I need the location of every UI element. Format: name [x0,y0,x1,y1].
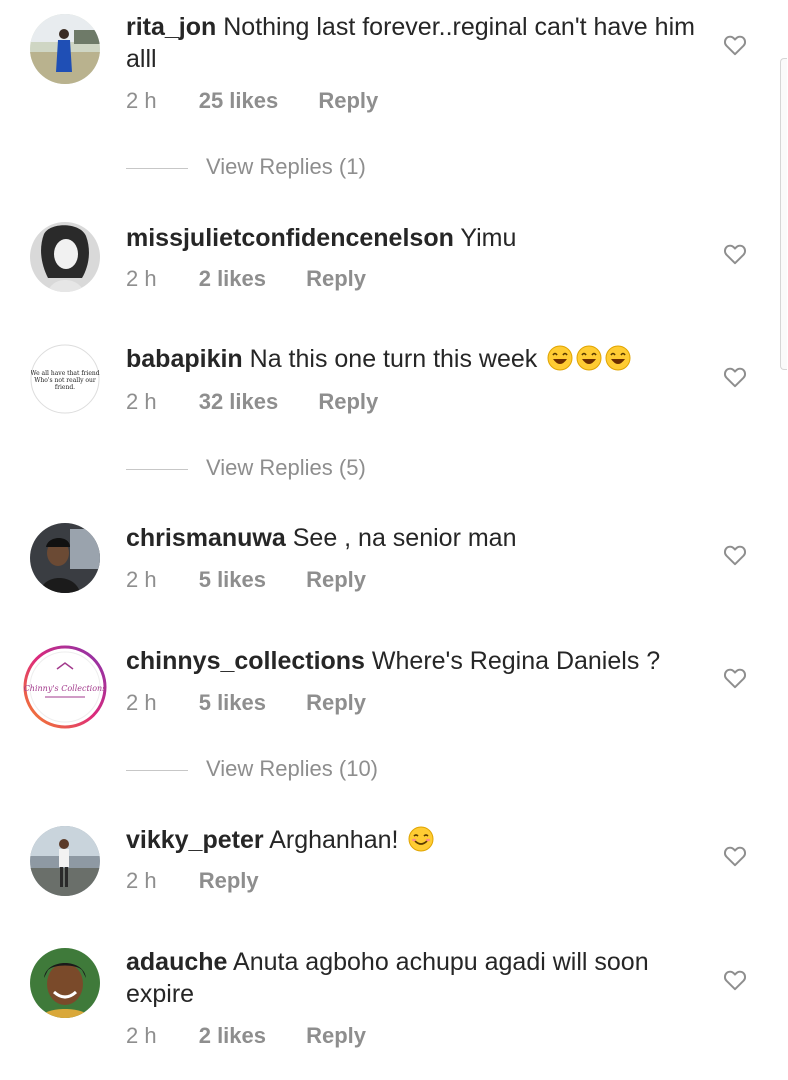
comment-time: 2 h [126,1023,157,1048]
view-replies-button[interactable]: View Replies (10) [126,754,378,784]
comment-body: Where's Regina Daniels ? [371,647,661,675]
heart-icon[interactable] [722,364,748,390]
reply-button[interactable]: Reply [318,86,378,116]
heart-icon[interactable] [722,32,748,58]
comments-page: rita_jon Nothing last forever..reginal c… [0,0,788,1080]
comment-body: Arghanhan! [269,826,399,854]
comment-time: 2 h [126,690,157,715]
comment-text: adauche Anuta agboho achupu agadi will s… [126,946,696,1010]
avatar[interactable] [30,523,100,593]
divider-line [126,167,188,169]
comment-time: 2 h [126,868,157,893]
comment-text: vikky_peter Arghanhan! [126,824,696,856]
likes-count[interactable]: 2 likes [199,1021,266,1051]
scrollbar[interactable] [780,58,787,370]
view-replies-button[interactable]: View Replies (1) [126,152,366,182]
comment-text: babapikin Na this one turn this week [126,343,696,375]
username[interactable]: vikky_peter [126,826,264,854]
username[interactable]: rita_jon [126,13,216,41]
avatar[interactable] [30,222,100,292]
avatar-quote-line-2: Who's not really our [34,377,96,384]
comment-text: chrismanuwa See , na senior man [126,522,696,554]
username[interactable]: adauche [126,948,227,976]
comment-body: See , na senior man [292,524,517,552]
avatar-quote-line-3: friend. [55,384,75,391]
avatar-quote-line-1: We all have that friend [30,370,99,377]
comment-time: 2 h [126,389,157,414]
comment-time: 2 h [126,567,157,592]
comment-text: rita_jon Nothing last forever..reginal c… [126,11,696,75]
username[interactable]: missjulietconfidencenelson [126,224,454,252]
laughing-emoji-icon [547,345,573,371]
likes-count[interactable]: 5 likes [199,565,266,595]
reply-button[interactable]: Reply [306,1021,366,1051]
view-replies-label: View Replies (10) [206,756,379,781]
heart-icon[interactable] [722,967,748,993]
avatar[interactable]: Chinny's Collections [23,645,107,729]
view-replies-label: View Replies (5) [206,455,366,480]
comment-meta: 2 h 2 likes Reply [126,264,400,294]
heart-icon[interactable] [722,843,748,869]
reply-button[interactable]: Reply [306,264,366,294]
username[interactable]: chrismanuwa [126,524,286,552]
divider-line [126,769,188,771]
comment-meta: 2 h Reply [126,866,293,896]
reply-button[interactable]: Reply [306,688,366,718]
comment-meta: 2 h 2 likes Reply [126,1021,400,1051]
comment-time: 2 h [126,266,157,291]
heart-icon[interactable] [722,665,748,691]
comment-meta: 2 h 25 likes Reply [126,86,412,116]
avatar[interactable]: We all have that friend Who's not really… [30,344,100,414]
reply-button[interactable]: Reply [199,866,259,896]
heart-icon[interactable] [722,241,748,267]
comment-meta: 2 h 5 likes Reply [126,565,400,595]
comment-text: chinnys_collections Where's Regina Danie… [126,645,696,677]
smiling-emoji-icon [408,826,434,852]
avatar[interactable] [30,826,100,896]
reply-button[interactable]: Reply [318,387,378,417]
comment-body: Na this one turn this week [249,345,538,373]
comment-time: 2 h [126,88,157,113]
username[interactable]: babapikin [126,345,243,373]
likes-count[interactable]: 32 likes [199,387,279,417]
view-replies-button[interactable]: View Replies (5) [126,453,366,483]
likes-count[interactable]: 5 likes [199,688,266,718]
heart-icon[interactable] [722,542,748,568]
likes-count[interactable]: 2 likes [199,264,266,294]
comment-text: missjulietconfidencenelson Yimu [126,222,696,254]
avatar-logo-text: Chinny's Collections [24,684,107,693]
reply-button[interactable]: Reply [306,565,366,595]
likes-count[interactable]: 25 likes [199,86,279,116]
divider-line [126,468,188,470]
avatar[interactable] [30,14,100,84]
comment-body: Yimu [460,224,517,252]
laughing-emoji-icon [605,345,631,371]
comment-meta: 2 h 5 likes Reply [126,688,400,718]
laughing-emoji-icon [576,345,602,371]
avatar[interactable] [30,948,100,1018]
username[interactable]: chinnys_collections [126,647,365,675]
comment-meta: 2 h 32 likes Reply [126,387,412,417]
view-replies-label: View Replies (1) [206,154,366,179]
